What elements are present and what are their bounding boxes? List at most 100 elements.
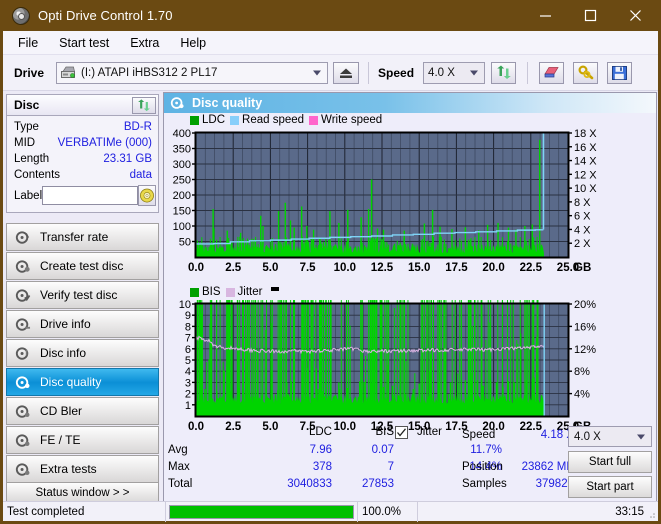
disc-bler-icon [15, 404, 33, 419]
disc-row-label: Label [14, 185, 157, 206]
sidebar-item-create-test-disc[interactable]: Create test disc [6, 252, 159, 280]
legend-item-jitter: Jitter [225, 286, 262, 298]
sidebar-item-fe-te[interactable]: FE / TE [6, 426, 159, 454]
refresh-icon [496, 65, 511, 79]
svg-text:GB: GB [574, 262, 591, 274]
sidebar-item-cd-bler[interactable]: CD Bler [6, 397, 159, 425]
sidebar-item-label: Drive info [40, 317, 91, 331]
jitter-checkbox[interactable] [395, 426, 408, 439]
disc-fete-icon [15, 433, 33, 448]
svg-text:8%: 8% [574, 366, 590, 378]
legend-swatch [309, 115, 319, 125]
start-part-button[interactable]: Start part [568, 476, 652, 498]
refresh-button[interactable] [491, 61, 517, 84]
toolbar: Drive (I:) ATAPI iHBS312 2 PL17 Speed 4.… [3, 55, 658, 91]
disc-key: MID [14, 137, 36, 149]
eject-button[interactable] [333, 61, 360, 84]
disc-key: Contents [14, 169, 61, 181]
svg-text:7: 7 [185, 333, 191, 345]
stats-col-bis: BIS [375, 426, 394, 438]
close-icon[interactable] [613, 0, 658, 31]
drive-icon [61, 66, 76, 79]
sidebar-item-verify-test-disc[interactable]: Verify test disc [6, 281, 159, 309]
sidebar-item-disc-quality[interactable]: Disc quality [6, 368, 159, 396]
disc-value: data [129, 169, 152, 181]
application-window: Opti Drive Control 1.70 File Start test … [0, 0, 661, 524]
sidebar-item-disc-info[interactable]: Disc info [6, 339, 159, 367]
disc-label-input[interactable] [42, 186, 139, 205]
menu-item-file[interactable]: File [9, 34, 47, 52]
sidebar-item-extra-tests[interactable]: Extra tests [6, 455, 159, 483]
samples-label: Samples [462, 478, 507, 490]
svg-text:6: 6 [185, 344, 191, 356]
svg-text:3: 3 [185, 377, 191, 389]
eject-icon [340, 68, 353, 78]
disc-info-icon [15, 346, 33, 361]
drive-select[interactable]: (I:) ATAPI iHBS312 2 PL17 [56, 61, 329, 84]
maximize-icon[interactable] [568, 0, 613, 31]
svg-text:16%: 16% [574, 321, 596, 333]
disc-label-button[interactable] [138, 185, 157, 206]
minimize-icon[interactable] [523, 0, 568, 31]
sidebar-item-label: Verify test disc [40, 288, 118, 302]
window-title: Opti Drive Control 1.70 [38, 8, 173, 23]
svg-text:20%: 20% [574, 300, 596, 311]
svg-text:9: 9 [185, 310, 191, 322]
top-chart-legend: LDC Read speed Write speed [190, 114, 382, 126]
svg-text:250: 250 [173, 175, 191, 187]
menu-item-start-test[interactable]: Start test [50, 34, 118, 52]
svg-text:1: 1 [185, 400, 191, 412]
svg-text:6 X: 6 X [574, 211, 591, 223]
sidebar-item-label: Extra tests [40, 462, 97, 476]
legend-marker-icon [271, 287, 280, 291]
svg-text:10: 10 [179, 300, 191, 311]
position-label: Position [462, 461, 503, 473]
stats-total-ldc: 3040833 [287, 478, 332, 490]
stats-avg-bis: 0.07 [371, 444, 394, 456]
top-chart: LDC Read speed Write speed 50 100 150 200 25… [164, 113, 656, 288]
legend-item-read-speed: Read speed [230, 114, 304, 126]
wrench-icon [578, 65, 593, 80]
speed-select-stats[interactable]: 4.0 X [568, 426, 652, 447]
svg-text:10.0: 10.0 [334, 262, 356, 274]
label-caption: Label [14, 189, 43, 202]
sidebar-item-transfer-rate[interactable]: Transfer rate [6, 223, 159, 251]
erase-button[interactable] [539, 61, 565, 84]
svg-text:15.0: 15.0 [408, 262, 430, 274]
menu-item-extra[interactable]: Extra [121, 34, 168, 52]
legend-label: BIS [202, 286, 221, 298]
speed-value: 4.0 X [428, 66, 455, 79]
disc-extra-icon [15, 462, 33, 477]
sidebar-item-drive-info[interactable]: Drive info [6, 310, 159, 338]
svg-text:2 X: 2 X [574, 238, 591, 250]
legend-label: Read speed [242, 114, 305, 126]
save-button[interactable] [607, 61, 633, 84]
svg-text:150: 150 [173, 206, 191, 218]
stats-row-label-max: Max [168, 461, 190, 473]
start-full-button[interactable]: Start full [568, 451, 652, 473]
speed-select[interactable]: 4.0 X [423, 61, 486, 84]
bottom-chart: BIS Jitter 1 2 3 4 5 6 7 8 9 10 4% 8% 12% 16% 20% 0.0 2.… [164, 286, 656, 443]
top-chart-canvas: 50 100 150 200 250 300 350 400 2 X 4 X6 X 8 X 10 X 1… [173, 129, 598, 274]
svg-text:350: 350 [173, 144, 191, 156]
svg-text:4%: 4% [574, 389, 590, 401]
sidebar-item-label: CD Bler [40, 404, 83, 418]
disc-row-contents: Contents data [14, 167, 152, 183]
legend-item-ldc: LDC [190, 114, 225, 126]
status-bar: Test completed 100.0% 33:15 [3, 501, 658, 522]
disc-check-icon [15, 288, 33, 303]
svg-text:10 X: 10 X [574, 183, 597, 195]
drive-value: (I:) ATAPI iHBS312 2 PL17 [81, 66, 218, 79]
menu-item-help[interactable]: Help [171, 34, 215, 52]
speed-select-value: 4.0 X [574, 430, 601, 443]
svg-text:18 X: 18 X [574, 129, 597, 140]
floppy-save-icon [612, 65, 628, 80]
disc-refresh-button[interactable] [132, 97, 156, 114]
speed-label: Speed [378, 65, 415, 80]
svg-text:4: 4 [185, 366, 191, 378]
disc-panel-title: Disc [14, 98, 40, 112]
resize-grip-icon[interactable] [646, 509, 656, 519]
tools-button[interactable] [573, 61, 599, 84]
disc-value: 23.31 GB [103, 153, 152, 165]
svg-text:14 X: 14 X [574, 156, 597, 168]
